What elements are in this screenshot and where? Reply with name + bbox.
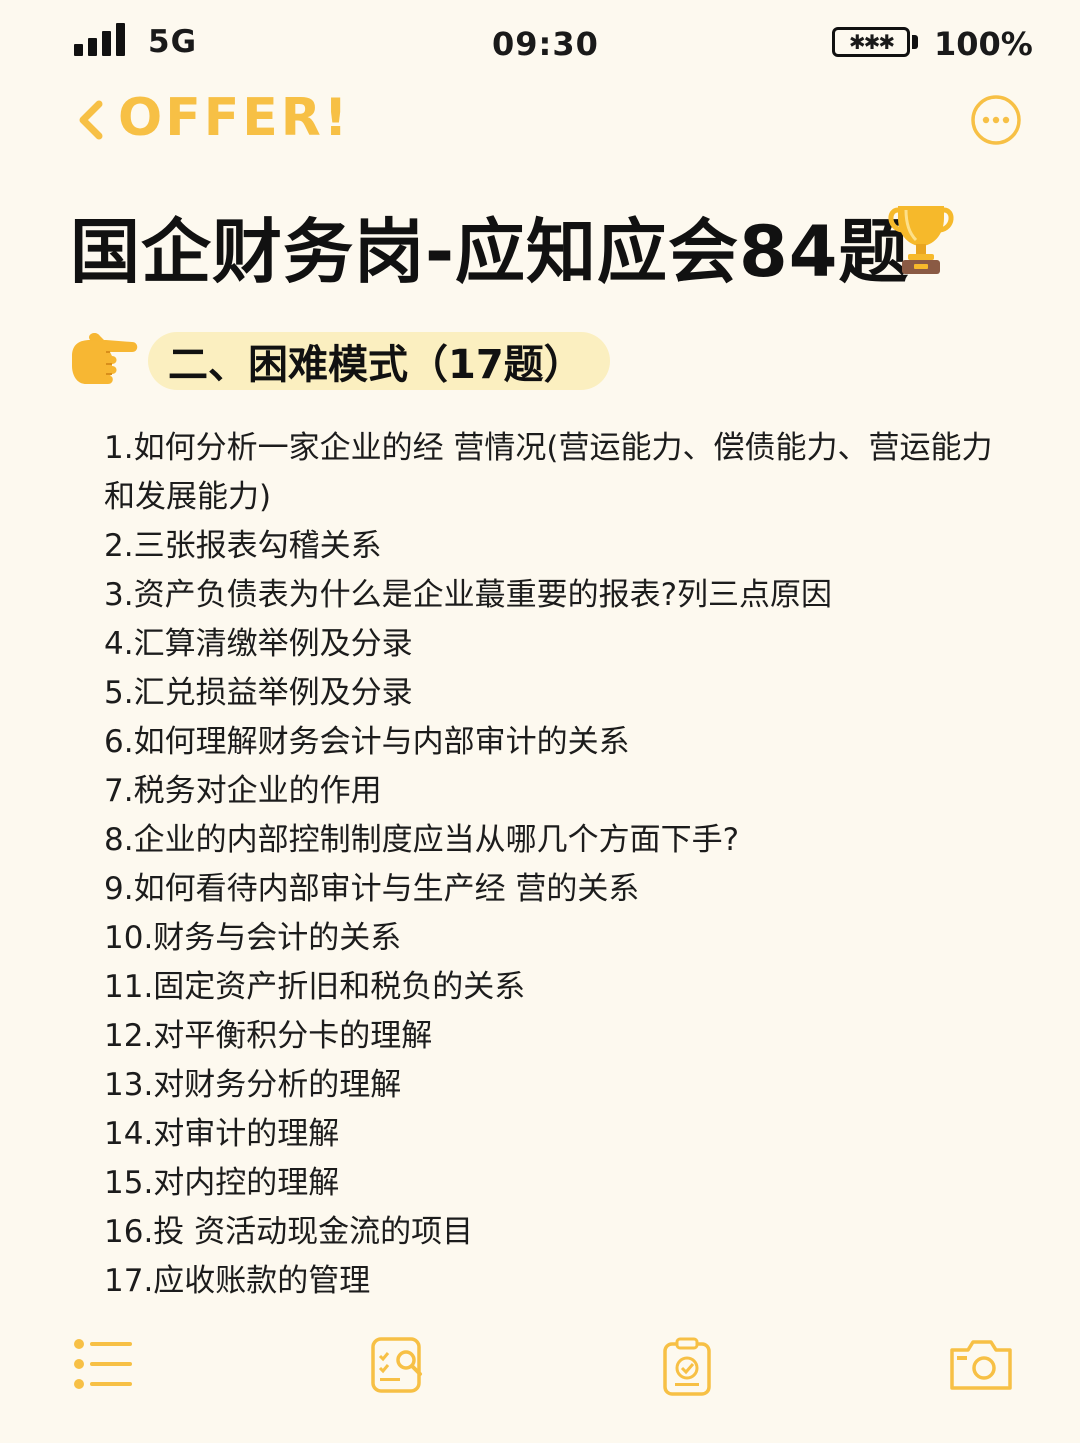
list-icon	[74, 1339, 132, 1389]
camera-icon	[950, 1340, 1012, 1390]
question-item: 13.对财务分析的理解	[104, 1067, 402, 1103]
question-list: 1.如何分析一家企业的经 营情况(营运能力、偿债能力、营运能力和发展能力) 2.三…	[104, 424, 1004, 1306]
question-item: 11.固定资产折旧和税负的关系	[104, 969, 526, 1005]
battery-icon: ✱✱✱	[832, 27, 910, 57]
question-item: 10.财务与会计的关系	[104, 920, 402, 956]
question-item: 3.资产负债表为什么是企业蕞重要的报表?列三点原因	[104, 577, 833, 613]
back-chevron-icon	[79, 100, 103, 140]
section-label: 二、困难模式（17题）	[148, 332, 610, 390]
pointing-hand-icon	[66, 326, 142, 392]
question-item: 5.汇兑损益举例及分录	[104, 675, 413, 711]
question-item: 4.汇算清缴举例及分录	[104, 626, 413, 662]
toolbar-clipboard-button[interactable]	[662, 1336, 732, 1400]
battery-percent: 100%	[934, 25, 1033, 63]
network-label: 5G	[148, 24, 198, 60]
toolbar-camera-button[interactable]	[948, 1336, 1018, 1400]
question-item: 1.如何分析一家企业的经 营情况(营运能力、偿债能力、营运能力和发展能力)	[104, 430, 993, 515]
question-item: 9.如何看待内部审计与生产经 营的关系	[104, 871, 640, 907]
signal-icon	[74, 22, 130, 56]
nav-title: OFFER!	[118, 88, 351, 148]
question-item: 15.对内控的理解	[104, 1165, 340, 1201]
question-item: 2.三张报表勾稽关系	[104, 528, 382, 564]
page-title: 国企财务岗-应知应会84题	[70, 211, 910, 293]
battery-tip	[912, 35, 918, 49]
more-options-icon	[971, 95, 1021, 145]
question-item: 8.企业的内部控制制度应当从哪几个方面下手?	[104, 822, 740, 858]
question-item: 16.投 资活动现金流的项目	[104, 1214, 474, 1250]
back-button[interactable]	[60, 92, 120, 148]
clipboard-check-icon	[663, 1337, 711, 1396]
status-bar: 5G 09:30 ✱✱✱ 100%	[0, 0, 1080, 85]
clock: 09:30	[492, 25, 599, 63]
question-item: 17.应收账款的管理	[104, 1263, 371, 1299]
trophy-icon	[886, 196, 956, 276]
question-item: 6.如何理解财务会计与内部审计的关系	[104, 724, 630, 760]
question-item: 7.税务对企业的作用	[104, 773, 382, 809]
toolbar-list-button[interactable]	[72, 1336, 142, 1400]
search-document-icon	[371, 1337, 422, 1393]
more-options-button[interactable]	[970, 94, 1022, 146]
question-item: 14.对审计的理解	[104, 1116, 340, 1152]
question-item: 12.对平衡积分卡的理解	[104, 1018, 433, 1054]
toolbar-search-button[interactable]	[370, 1336, 440, 1400]
